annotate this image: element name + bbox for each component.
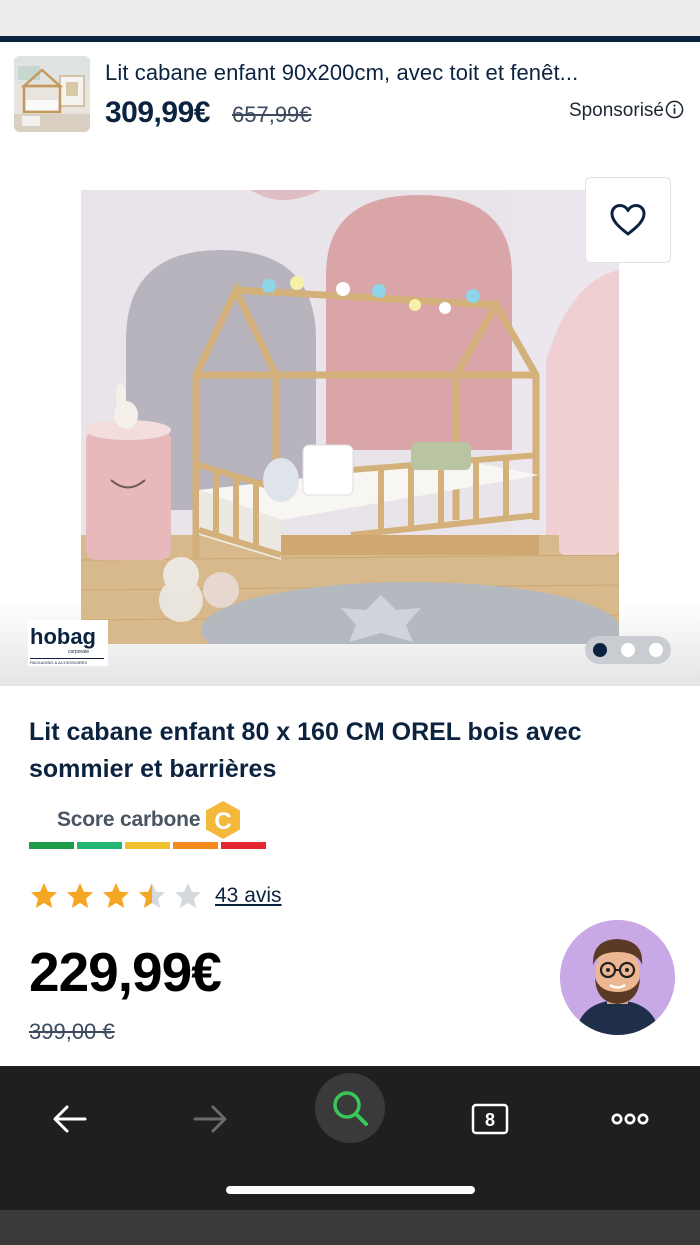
carbon-scale-segment — [221, 842, 266, 849]
info-icon[interactable] — [665, 100, 684, 119]
carbon-scale-segment — [125, 842, 170, 849]
svg-text:hobag: hobag — [30, 624, 96, 649]
svg-text:8: 8 — [485, 1110, 495, 1130]
product-image[interactable] — [81, 190, 619, 644]
star-icon — [103, 883, 129, 908]
star-icon — [139, 883, 165, 908]
rating-stars — [29, 881, 203, 911]
brand-logo: hobag corporate PACKAGING & ACCESSOIRES — [28, 620, 108, 666]
favorite-button[interactable] — [585, 177, 671, 263]
tabs-icon: 8 — [471, 1103, 509, 1135]
star-icon — [31, 883, 57, 908]
browser-top-strip — [0, 0, 700, 36]
search-button[interactable] — [315, 1073, 385, 1143]
bottom-strip — [0, 1210, 700, 1245]
reviews-link[interactable]: 43 avis — [215, 884, 282, 908]
more-dots-icon — [611, 1113, 649, 1125]
svg-text:C: C — [214, 808, 231, 835]
home-indicator — [226, 1186, 475, 1194]
carbon-score-label: Score carbone — [57, 808, 201, 831]
carbon-scale-segment — [173, 842, 218, 849]
product-old-price: 399,00 € — [29, 1019, 115, 1044]
more-button[interactable] — [595, 1084, 665, 1154]
sponsored-label: Sponsorisé — [568, 100, 664, 121]
back-button[interactable] — [35, 1084, 105, 1154]
product-title: Lit cabane enfant 80 x 160 CM OREL bois … — [29, 718, 582, 783]
carbon-scale — [29, 842, 266, 849]
svg-text:corporate: corporate — [68, 649, 89, 655]
arrow-left-icon — [53, 1105, 87, 1133]
product-rating[interactable]: 43 avis — [29, 878, 282, 914]
carbon-scale-segment — [29, 842, 74, 849]
carbon-scale-segment — [77, 842, 122, 849]
star-icon — [175, 883, 201, 908]
sponsored-banner[interactable]: Lit cabane enfant 90x200cm, avec toit et… — [0, 42, 700, 142]
pagination-dot[interactable] — [649, 643, 663, 657]
star-icon — [67, 883, 93, 908]
gallery-pagination[interactable] — [585, 636, 671, 664]
product-price: 229,99€ — [29, 941, 222, 1003]
carbon-grade-badge: C — [206, 801, 240, 839]
sponsored-price: 309,99€ — [105, 96, 210, 129]
pagination-dot[interactable] — [621, 643, 635, 657]
heart-icon — [610, 204, 646, 236]
carbon-score[interactable]: Score carbone C — [29, 800, 269, 852]
tabs-button[interactable]: 8 — [455, 1084, 525, 1154]
sponsored-old-price: 657,99€ — [232, 102, 312, 127]
search-icon — [333, 1091, 368, 1126]
sponsored-thumbnail[interactable] — [14, 56, 90, 132]
svg-text:PACKAGING & ACCESSOIRES: PACKAGING & ACCESSOIRES — [30, 660, 87, 665]
sponsored-title[interactable]: Lit cabane enfant 90x200cm, avec toit et… — [105, 60, 690, 86]
forward-button[interactable] — [175, 1084, 245, 1154]
assistant-avatar[interactable] — [560, 920, 675, 1035]
pagination-dot-active[interactable] — [593, 643, 607, 657]
arrow-right-icon — [193, 1105, 227, 1133]
